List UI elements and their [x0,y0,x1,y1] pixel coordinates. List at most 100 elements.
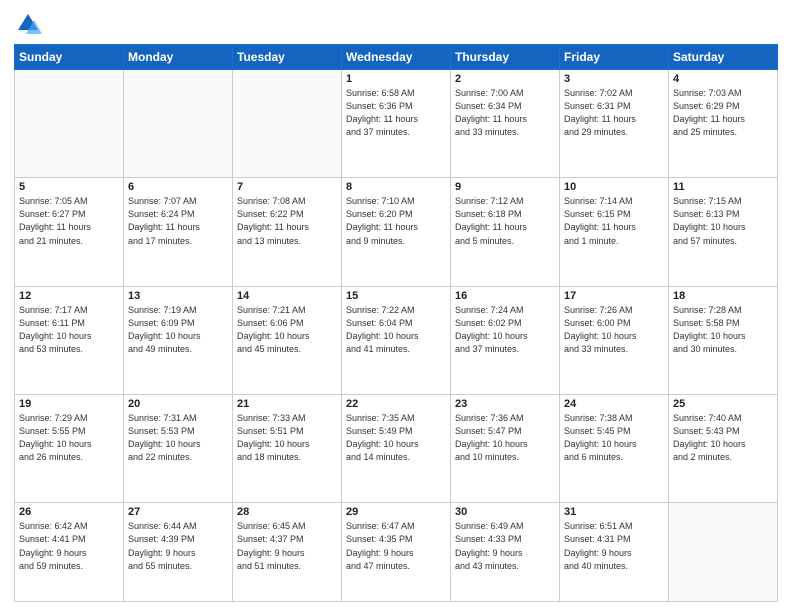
cell-content: Sunrise: 7:38 AMSunset: 5:45 PMDaylight:… [564,412,664,464]
calendar-table: SundayMondayTuesdayWednesdayThursdayFrid… [14,44,778,602]
day-number: 22 [346,398,446,410]
calendar-cell: 16 Sunrise: 7:24 AMSunset: 6:02 PMDayligh… [451,286,560,394]
day-number: 26 [19,506,119,518]
day-number: 18 [673,290,773,302]
cell-content: Sunrise: 7:31 AMSunset: 5:53 PMDaylight:… [128,412,228,464]
cell-content: Sunrise: 7:24 AMSunset: 6:02 PMDaylight:… [455,304,555,356]
cell-content: Sunrise: 7:10 AMSunset: 6:20 PMDaylight:… [346,195,446,247]
calendar-cell: 15Sunrise: 7:22 AMSunset: 6:04 PMDayligh… [342,286,451,394]
cell-content: Sunrise: 6:49 AMSunset: 4:33 PMDaylight:… [455,520,555,572]
calendar-week-row: 12 Sunrise: 7:17 AMSunset: 6:11 PMDayligh… [15,286,778,394]
cell-content: Sunrise: 7:05 AMSunset: 6:27 PMDaylight:… [19,195,119,247]
cell-content: Sunrise: 7:03 AMSunset: 6:29 PMDaylight:… [673,87,773,139]
calendar-cell: 24 Sunrise: 7:38 AMSunset: 5:45 PMDayligh… [560,395,669,503]
day-number: 21 [237,398,337,410]
calendar-cell: 21Sunrise: 7:33 AMSunset: 5:51 PMDayligh… [233,395,342,503]
day-number: 4 [673,73,773,85]
weekday-header: Monday [124,45,233,70]
day-number: 16 [455,290,555,302]
calendar-cell: 13 Sunrise: 7:19 AMSunset: 6:09 PMDayligh… [124,286,233,394]
day-number: 23 [455,398,555,410]
cell-content: Sunrise: 6:44 AMSunset: 4:39 PMDaylight:… [128,520,228,572]
calendar-week-row: 26Sunrise: 6:42 AMSunset: 4:41 PMDayligh… [15,503,778,602]
weekday-header: Sunday [15,45,124,70]
calendar-cell [15,70,124,178]
cell-content: Sunrise: 7:14 AMSunset: 6:15 PMDaylight:… [564,195,664,247]
cell-content: Sunrise: 7:40 AMSunset: 5:43 PMDaylight:… [673,412,773,464]
calendar-cell: 9 Sunrise: 7:12 AMSunset: 6:18 PMDaylight… [451,178,560,286]
cell-content: Sunrise: 7:35 AMSunset: 5:49 PMDaylight:… [346,412,446,464]
cell-content: Sunrise: 7:26 AMSunset: 6:00 PMDaylight:… [564,304,664,356]
calendar-cell: 25 Sunrise: 7:40 AMSunset: 5:43 PMDayligh… [669,395,778,503]
day-number: 3 [564,73,664,85]
calendar-cell: 5 Sunrise: 7:05 AMSunset: 6:27 PMDaylight… [15,178,124,286]
calendar-cell: 10Sunrise: 7:14 AMSunset: 6:15 PMDayligh… [560,178,669,286]
day-number: 27 [128,506,228,518]
day-number: 30 [455,506,555,518]
calendar-cell: 8 Sunrise: 7:10 AMSunset: 6:20 PMDaylight… [342,178,451,286]
cell-content: Sunrise: 7:02 AMSunset: 6:31 PMDaylight:… [564,87,664,139]
day-number: 14 [237,290,337,302]
calendar-cell [669,503,778,602]
cell-content: Sunrise: 7:19 AMSunset: 6:09 PMDaylight:… [128,304,228,356]
weekday-header: Wednesday [342,45,451,70]
cell-content: Sunrise: 7:22 AMSunset: 6:04 PMDaylight:… [346,304,446,356]
weekday-header: Tuesday [233,45,342,70]
day-number: 8 [346,181,446,193]
page: SundayMondayTuesdayWednesdayThursdayFrid… [0,0,792,612]
cell-content: Sunrise: 7:00 AMSunset: 6:34 PMDaylight:… [455,87,555,139]
calendar-cell: 30 Sunrise: 6:49 AMSunset: 4:33 PMDayligh… [451,503,560,602]
calendar-cell: 14 Sunrise: 7:21 AMSunset: 6:06 PMDayligh… [233,286,342,394]
logo [14,10,46,38]
cell-content: Sunrise: 7:17 AMSunset: 6:11 PMDaylight:… [19,304,119,356]
cell-content: Sunrise: 7:08 AMSunset: 6:22 PMDaylight:… [237,195,337,247]
day-number: 2 [455,73,555,85]
calendar-cell: 22 Sunrise: 7:35 AMSunset: 5:49 PMDayligh… [342,395,451,503]
calendar-cell: 28 Sunrise: 6:45 AMSunset: 4:37 PMDayligh… [233,503,342,602]
weekday-header: Thursday [451,45,560,70]
cell-content: Sunrise: 6:58 AMSunset: 6:36 PMDaylight:… [346,87,446,139]
calendar-week-row: 19Sunrise: 7:29 AMSunset: 5:55 PMDayligh… [15,395,778,503]
calendar-cell: 12 Sunrise: 7:17 AMSunset: 6:11 PMDayligh… [15,286,124,394]
calendar-cell: 18 Sunrise: 7:28 AMSunset: 5:58 PMDayligh… [669,286,778,394]
day-number: 20 [128,398,228,410]
day-number: 28 [237,506,337,518]
calendar-week-row: 1Sunrise: 6:58 AMSunset: 6:36 PMDaylight… [15,70,778,178]
calendar-cell: 4 Sunrise: 7:03 AMSunset: 6:29 PMDaylight… [669,70,778,178]
calendar-cell: 7 Sunrise: 7:08 AMSunset: 6:22 PMDaylight… [233,178,342,286]
day-number: 5 [19,181,119,193]
day-number: 12 [19,290,119,302]
calendar-cell: 1Sunrise: 6:58 AMSunset: 6:36 PMDaylight… [342,70,451,178]
cell-content: Sunrise: 7:15 AMSunset: 6:13 PMDaylight:… [673,195,773,247]
calendar-cell: 27 Sunrise: 6:44 AMSunset: 4:39 PMDayligh… [124,503,233,602]
weekday-header: Friday [560,45,669,70]
calendar-cell: 6Sunrise: 7:07 AMSunset: 6:24 PMDaylight… [124,178,233,286]
cell-content: Sunrise: 6:47 AMSunset: 4:35 PMDaylight:… [346,520,446,572]
calendar-week-row: 5 Sunrise: 7:05 AMSunset: 6:27 PMDaylight… [15,178,778,286]
logo-icon [14,10,42,38]
day-number: 11 [673,181,773,193]
cell-content: Sunrise: 7:28 AMSunset: 5:58 PMDaylight:… [673,304,773,356]
cell-content: Sunrise: 7:12 AMSunset: 6:18 PMDaylight:… [455,195,555,247]
calendar-cell: 19Sunrise: 7:29 AMSunset: 5:55 PMDayligh… [15,395,124,503]
calendar-cell: 2 Sunrise: 7:00 AMSunset: 6:34 PMDaylight… [451,70,560,178]
calendar-cell: 11 Sunrise: 7:15 AMSunset: 6:13 PMDayligh… [669,178,778,286]
calendar-cell: 29 Sunrise: 6:47 AMSunset: 4:35 PMDayligh… [342,503,451,602]
calendar-cell: 26Sunrise: 6:42 AMSunset: 4:41 PMDayligh… [15,503,124,602]
day-number: 25 [673,398,773,410]
cell-content: Sunrise: 7:29 AMSunset: 5:55 PMDaylight:… [19,412,119,464]
cell-content: Sunrise: 6:51 AMSunset: 4:31 PMDaylight:… [564,520,664,572]
day-number: 31 [564,506,664,518]
cell-content: Sunrise: 7:21 AMSunset: 6:06 PMDaylight:… [237,304,337,356]
day-number: 9 [455,181,555,193]
day-number: 13 [128,290,228,302]
header [14,10,778,38]
weekday-header-row: SundayMondayTuesdayWednesdayThursdayFrid… [15,45,778,70]
cell-content: Sunrise: 7:36 AMSunset: 5:47 PMDaylight:… [455,412,555,464]
day-number: 7 [237,181,337,193]
day-number: 24 [564,398,664,410]
calendar-cell: 23 Sunrise: 7:36 AMSunset: 5:47 PMDayligh… [451,395,560,503]
cell-content: Sunrise: 6:45 AMSunset: 4:37 PMDaylight:… [237,520,337,572]
day-number: 29 [346,506,446,518]
calendar-cell: 31 Sunrise: 6:51 AMSunset: 4:31 PMDayligh… [560,503,669,602]
